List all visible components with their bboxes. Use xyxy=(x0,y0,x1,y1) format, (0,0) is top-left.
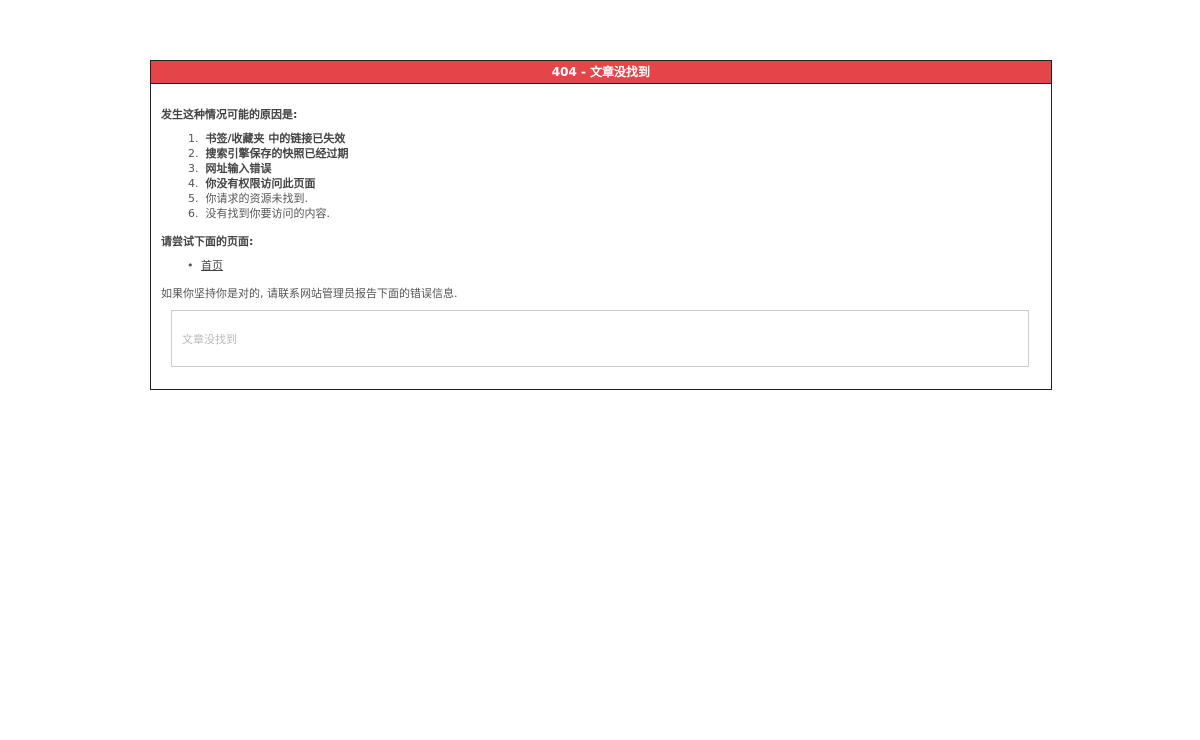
list-number: 1. xyxy=(188,132,199,145)
list-item: 4. 你没有权限访问此页面 xyxy=(188,176,349,191)
list-item: 6. 没有找到你要访问的内容. xyxy=(188,206,349,221)
list-item: • 首页 xyxy=(187,258,223,273)
error-message-box: 文章没找到 xyxy=(171,310,1029,367)
list-number: 2. xyxy=(188,147,199,160)
list-item-text: 你请求的资源未找到. xyxy=(205,192,309,205)
list-item-text: 网址输入错误 xyxy=(205,162,272,175)
suggest-list: • 首页 xyxy=(187,258,223,273)
list-item: 3. 网址输入错误 xyxy=(188,161,349,176)
bullet-icon: • xyxy=(187,259,194,272)
home-link[interactable]: 首页 xyxy=(201,259,223,272)
list-item: 2. 搜索引擎保存的快照已经过期 xyxy=(188,146,349,161)
list-number: 5. xyxy=(188,192,199,205)
list-item-text: 你没有权限访问此页面 xyxy=(205,177,316,190)
error-panel: 404 - 文章没找到 发生这种情况可能的原因是: 1. 书签/收藏夹 中的链接已… xyxy=(150,60,1052,390)
list-item-text: 搜索引擎保存的快照已经过期 xyxy=(205,147,349,160)
suggest-heading: 请尝试下面的页面: xyxy=(161,235,254,248)
page-title: 404 - 文章没找到 xyxy=(151,61,1051,84)
error-message: 文章没找到 xyxy=(182,333,237,346)
list-item-text: 没有找到你要访问的内容. xyxy=(205,207,331,220)
list-number: 6. xyxy=(188,207,199,220)
reasons-heading: 发生这种情况可能的原因是: xyxy=(161,108,298,121)
list-item: 5. 你请求的资源未找到. xyxy=(188,191,349,206)
reasons-list: 1. 书签/收藏夹 中的链接已失效 2. 搜索引擎保存的快照已经过期 3. 网址输入错… xyxy=(188,131,349,221)
list-number: 3. xyxy=(188,162,199,175)
contact-text: 如果你坚持你是对的, 请联系网站管理员报告下面的错误信息. xyxy=(161,287,458,300)
list-item: 1. 书签/收藏夹 中的链接已失效 xyxy=(188,131,349,146)
list-item-text: 书签/收藏夹 中的链接已失效 xyxy=(205,132,346,145)
list-number: 4. xyxy=(188,177,199,190)
